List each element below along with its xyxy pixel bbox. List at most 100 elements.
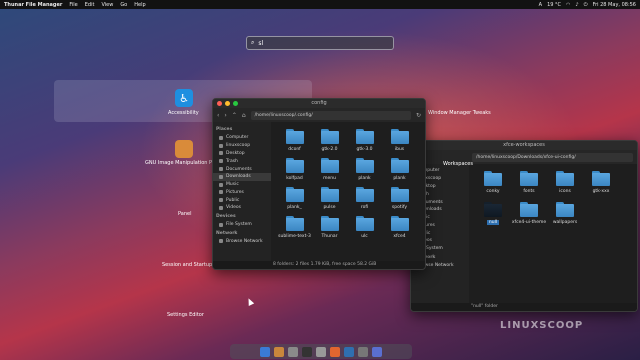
sidebar-item-trash[interactable]: Trash: [213, 157, 271, 165]
forward-icon[interactable]: ›: [224, 112, 226, 119]
accessibility-icon[interactable]: ♿: [175, 89, 193, 107]
toolbar: ‹ › ⌃ ⌂ /home/linuxscoop/.config/ ↻: [213, 108, 425, 122]
folder-item[interactable]: spotify: [382, 187, 417, 210]
launcher-item-settings-editor[interactable]: Settings Editor: [167, 312, 204, 318]
status-bar: "null" folder: [411, 303, 637, 311]
folder-item[interactable]: plank_: [277, 187, 312, 210]
folder-item[interactable]: menu: [312, 158, 347, 181]
mouse-cursor: [245, 297, 255, 306]
gimp-icon[interactable]: [274, 346, 284, 357]
folder-label: menu: [323, 176, 336, 181]
menu-view[interactable]: View: [101, 2, 113, 8]
launcher-item-window-manager-tweaks[interactable]: Window Manager Tweaks: [428, 110, 491, 116]
clock[interactable]: Fri 28 May, 08:56: [593, 2, 636, 8]
dock: [230, 344, 412, 359]
file-manager-window-main[interactable]: config ‹ › ⌃ ⌂ /home/linuxscoop/.config/…: [212, 98, 426, 270]
menu-go[interactable]: Go: [120, 2, 127, 8]
folder-icon: [390, 187, 409, 202]
folder-label: ulc: [361, 234, 368, 239]
folder-item-selected[interactable]: null: [475, 202, 511, 225]
status-area: A 19 °C ◠ ♪ ⏻ Fri 28 May, 08:56: [539, 2, 636, 8]
settings-icon[interactable]: [316, 346, 326, 357]
folder-item[interactable]: gtk-3.0: [347, 129, 382, 152]
sidebar-item-label: Videos: [226, 205, 241, 211]
files-icon[interactable]: [288, 346, 298, 357]
folder-label: plank: [393, 176, 406, 181]
sidebar-item-label: Public: [226, 197, 240, 203]
sidebar-item-browse-network[interactable]: Browse Network: [213, 238, 271, 246]
launcher-item-session-startup[interactable]: Session and Startup: [162, 262, 212, 268]
launcher-item-panel[interactable]: Panel: [178, 211, 192, 217]
folder-item[interactable]: rofi: [347, 187, 382, 210]
sidebar-item-label: linuxscoop: [226, 143, 251, 149]
menu-help[interactable]: Help: [134, 2, 145, 8]
folder-item[interactable]: xfce4: [382, 216, 417, 239]
folder-icon: [484, 202, 502, 217]
folder-label: dconf: [288, 147, 301, 152]
folder-item[interactable]: dconf: [277, 129, 312, 152]
sidebar-item-computer[interactable]: Computer: [213, 134, 271, 142]
home-icon[interactable]: ⌂: [242, 112, 246, 119]
wifi-icon[interactable]: ◠: [566, 2, 570, 8]
folder-item[interactable]: wallpapers: [547, 202, 583, 225]
folder-item[interactable]: plank: [347, 158, 382, 181]
folder-item[interactable]: kolfpad: [277, 158, 312, 181]
sidebar-item-file-system[interactable]: File System: [213, 221, 271, 229]
folder-item[interactable]: ibus: [382, 129, 417, 152]
sidebar-item-label: Documents: [226, 166, 252, 172]
location-bar[interactable]: /home/linuxscoop/Downloads/xfce-ui-confi…: [472, 152, 633, 162]
active-app-name[interactable]: Thunar File Manager: [4, 2, 62, 8]
gimp-icon[interactable]: [175, 140, 193, 158]
back-icon[interactable]: ‹: [217, 112, 219, 119]
folder-item[interactable]: conky: [475, 171, 511, 194]
sidebar-section-devices: Devices: [216, 213, 236, 219]
power-icon[interactable]: ⏻: [584, 2, 588, 8]
folder-item[interactable]: sublime-text-3: [277, 216, 312, 239]
menu-icon[interactable]: [372, 346, 382, 357]
finder-icon[interactable]: [260, 346, 270, 357]
launcher-item-workspaces[interactable]: Workspaces: [443, 161, 473, 167]
trash-icon[interactable]: [358, 346, 368, 357]
window-titlebar[interactable]: xfce-workspaces: [411, 141, 637, 150]
folder-icon: [520, 171, 538, 186]
sidebar-item-music[interactable]: Music: [213, 181, 271, 189]
firefox-icon[interactable]: [330, 346, 340, 357]
folder-item[interactable]: plank: [382, 158, 417, 181]
folder-item[interactable]: icons: [547, 171, 583, 194]
sidebar-item-downloads[interactable]: Downloads: [213, 172, 271, 181]
sidebar-item-home[interactable]: linuxscoop: [213, 142, 271, 150]
location-bar[interactable]: /home/linuxscoop/.config/: [250, 110, 411, 120]
sidebar-item-desktop[interactable]: Desktop: [213, 150, 271, 158]
up-icon[interactable]: ⌃: [232, 112, 237, 119]
folder-item[interactable]: gtk-xxx: [583, 171, 619, 194]
terminal-icon[interactable]: [302, 346, 312, 357]
search-value: sl: [258, 39, 264, 47]
folder-label: gtk-xxx: [592, 189, 610, 194]
folder-item[interactable]: ulc: [347, 216, 382, 239]
close-button[interactable]: [217, 101, 222, 106]
sidebar-item-videos[interactable]: Videos: [213, 204, 271, 212]
window-titlebar[interactable]: config: [213, 99, 425, 108]
weather-indicator[interactable]: 19 °C: [547, 2, 561, 8]
folder-item[interactable]: xfce4-ui-theme: [511, 202, 547, 225]
folder-item[interactable]: Thunar: [312, 216, 347, 239]
maximize-button[interactable]: [233, 101, 238, 106]
sidebar-item-pictures[interactable]: Pictures: [213, 188, 271, 196]
reload-icon[interactable]: ↻: [416, 112, 421, 119]
sidebar-item-documents[interactable]: Documents: [213, 165, 271, 173]
menu-edit[interactable]: Edit: [85, 2, 95, 8]
folder-item[interactable]: fonts: [511, 171, 547, 194]
folder-label: icons: [559, 189, 571, 194]
keyboard-indicator[interactable]: A: [539, 2, 542, 8]
menu-file[interactable]: File: [69, 2, 77, 8]
code-icon[interactable]: [344, 346, 354, 357]
volume-icon[interactable]: ♪: [575, 2, 578, 8]
launcher-search-input[interactable]: ⌕ sl: [246, 36, 394, 50]
folder-label: conky: [486, 189, 500, 194]
computer-icon: [219, 135, 223, 140]
minimize-button[interactable]: [225, 101, 230, 106]
folder-item[interactable]: gtk-2.0: [312, 129, 347, 152]
sidebar-item-public[interactable]: Public: [213, 196, 271, 204]
launcher-item-accessibility[interactable]: Accessibility: [168, 110, 199, 116]
folder-item[interactable]: pulse: [312, 187, 347, 210]
